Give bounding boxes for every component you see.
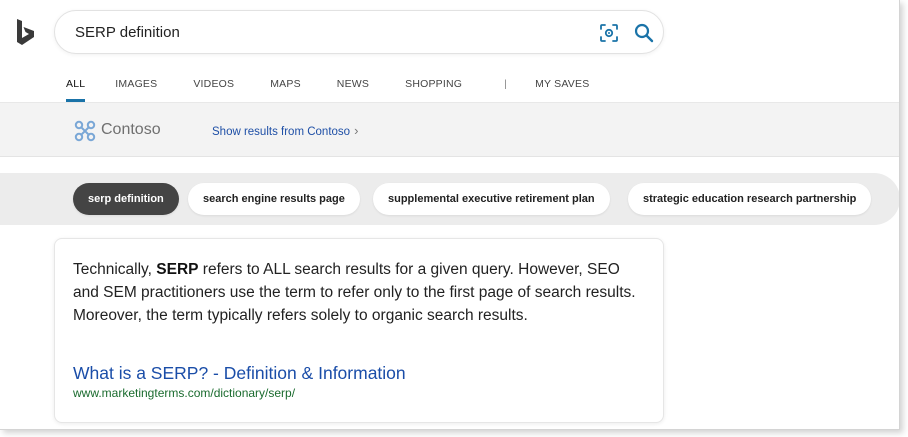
answer-card: Technically, SERP refers to ALL search r… (54, 238, 664, 423)
chip-serp-definition[interactable]: serp definition (73, 183, 179, 215)
show-results-from-contoso-link[interactable]: Show results from Contoso › (212, 123, 358, 138)
tab-news[interactable]: NEWS (319, 66, 387, 102)
bing-logo-icon[interactable] (14, 18, 38, 48)
result-url: www.marketingterms.com/dictionary/serp/ (73, 386, 296, 400)
snippet-bold-term: SERP (156, 261, 199, 278)
browser-frame: SERP definition ALL IMAGES VIDEOS MAPS N… (0, 0, 900, 430)
scope-tabs: ALL IMAGES VIDEOS MAPS NEWS SHOPPING | M… (54, 66, 601, 102)
related-searches-bar: serp definition search engine results pa… (0, 173, 899, 225)
contoso-name: Contoso (101, 121, 161, 138)
search-box[interactable]: SERP definition (54, 10, 664, 54)
contoso-link-label: Show results from Contoso (212, 126, 351, 138)
tab-separator: | (504, 78, 508, 90)
answer-snippet: Technically, SERP refers to ALL search r… (73, 258, 643, 327)
chip-search-engine-results-page[interactable]: search engine results page (188, 183, 360, 215)
tab-shopping[interactable]: SHOPPING (387, 66, 480, 102)
contoso-logo-icon (74, 120, 96, 142)
visual-search-icon[interactable] (599, 23, 619, 43)
tab-images[interactable]: IMAGES (97, 66, 175, 102)
contoso-bar: Contoso Show results from Contoso › (0, 103, 899, 157)
tab-all[interactable]: ALL (54, 66, 97, 102)
tab-my-saves[interactable]: MY SAVES (531, 66, 601, 102)
search-input[interactable]: SERP definition (75, 24, 180, 41)
search-icon[interactable] (633, 22, 655, 44)
result-title-link[interactable]: What is a SERP? - Definition & Informati… (73, 363, 406, 384)
snippet-text-before: Technically, (73, 261, 157, 278)
tab-maps[interactable]: MAPS (252, 66, 319, 102)
tab-videos[interactable]: VIDEOS (175, 66, 252, 102)
chevron-right-icon: › (354, 123, 359, 138)
chip-strategic-education-research-partnership[interactable]: strategic education research partnership (628, 183, 872, 215)
chip-supplemental-executive-retirement-plan[interactable]: supplemental executive retirement plan (373, 183, 610, 215)
